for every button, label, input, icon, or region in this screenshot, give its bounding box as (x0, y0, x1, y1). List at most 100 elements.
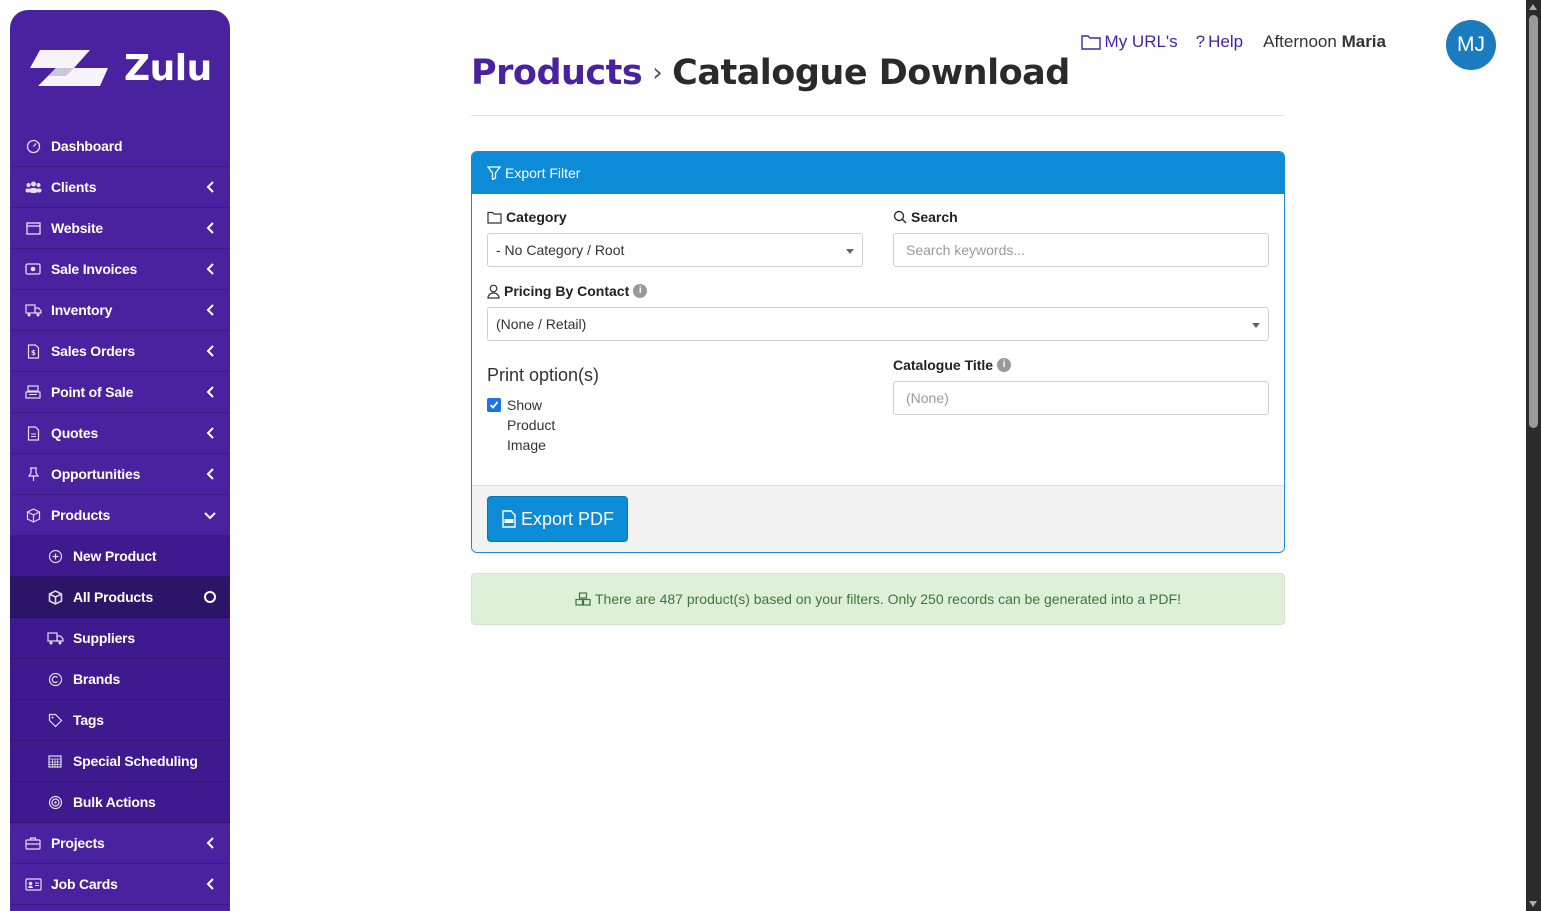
chevron-left-icon[interactable] (204, 304, 216, 316)
sidebar-item-job-cards[interactable]: Job Cards (10, 864, 230, 905)
info-icon[interactable]: i (997, 358, 1012, 372)
user-icon (487, 284, 500, 299)
money-icon (24, 260, 42, 278)
info-icon[interactable]: i (633, 284, 648, 298)
panel-heading: Export Filter (505, 165, 581, 181)
cube-icon (46, 588, 64, 606)
breadcrumb-products[interactable]: Products (471, 53, 643, 93)
sidebar-item-website[interactable]: Website (10, 208, 230, 249)
search-icon (893, 210, 907, 224)
check-icon (489, 401, 499, 409)
sidebar-item-all-products[interactable]: All Products (10, 577, 230, 618)
chevron-left-icon[interactable] (204, 427, 216, 439)
chevron-left-icon[interactable] (204, 181, 216, 193)
invoice-icon: $ (24, 342, 42, 360)
show-image-checkbox[interactable] (487, 398, 501, 412)
chevron-left-icon[interactable] (204, 222, 216, 234)
truck-icon (24, 301, 42, 319)
my-urls-link[interactable]: My URL's (1080, 32, 1178, 52)
pricing-label-text: Pricing By Contact (504, 283, 630, 299)
sidebar-item-special-scheduling[interactable]: Special Scheduling (10, 741, 230, 782)
breadcrumb-separator: › (652, 58, 663, 88)
sidebar-item-bulk-actions[interactable]: Bulk Actions (10, 782, 230, 823)
scroll-up-arrow-icon[interactable] (1529, 4, 1537, 10)
svg-text:$: $ (31, 349, 36, 357)
boxes-icon (575, 592, 591, 606)
sidebar-item-point-of-sale[interactable]: Point of Sale (10, 372, 230, 413)
sidebar-item-label: Suppliers (73, 630, 135, 646)
chevron-left-icon[interactable] (204, 878, 216, 890)
category-select[interactable]: - No Category / Root (487, 233, 863, 267)
category-label-text: Category (506, 209, 567, 225)
sidebar-item-label: Brands (73, 671, 121, 687)
sidebar-item-projects[interactable]: Projects (10, 823, 230, 864)
users-icon (24, 178, 42, 196)
pricing-value: (None / Retail) (496, 316, 587, 332)
chevron-left-icon[interactable] (204, 263, 216, 275)
sidebar-item-tags[interactable]: Tags (10, 700, 230, 741)
sidebar-item-label: Tags (73, 712, 104, 728)
record-limit-alert: There are 487 product(s) based on your f… (471, 573, 1285, 625)
caret-down-icon (846, 249, 854, 254)
sidebar-item-label: Inventory (51, 302, 113, 318)
logo[interactable]: Zulu (10, 10, 230, 126)
sidebar-item-sales-orders[interactable]: $ Sales Orders (10, 331, 230, 372)
pricing-label: Pricing By Contact i (487, 283, 648, 299)
scroll-thumb[interactable] (1529, 15, 1538, 428)
filter-icon (487, 166, 501, 180)
user-first-name: Maria (1341, 32, 1386, 51)
sidebar-item-label: Opportunities (51, 466, 141, 482)
sidebar-item-opportunities[interactable]: Opportunities (10, 454, 230, 495)
panel-footer: Export PDF (472, 485, 1284, 552)
chevron-left-icon[interactable] (204, 386, 216, 398)
chevron-left-icon[interactable] (204, 468, 216, 480)
sidebar-item-label: Job Cards (51, 876, 118, 892)
catalogue-title-input[interactable] (893, 381, 1269, 415)
sidebar-item-label: New Product (73, 548, 157, 564)
caret-down-icon (1252, 323, 1260, 328)
register-icon (24, 383, 42, 401)
pricing-select[interactable]: (None / Retail) (487, 307, 1269, 341)
sidebar-item-suppliers[interactable]: Suppliers (10, 618, 230, 659)
sidebar-item-quotes[interactable]: Quotes (10, 413, 230, 454)
chevron-down-icon[interactable] (204, 509, 216, 521)
sidebar-item-label: Clients (51, 179, 97, 195)
my-urls-label: My URL's (1104, 32, 1178, 51)
sidebar-item-label: Sale Invoices (51, 261, 138, 277)
id-card-icon (24, 875, 42, 893)
sidebar-item-brands[interactable]: Brands (10, 659, 230, 700)
sidebar-item-label: All Products (73, 589, 154, 605)
sidebar: Zulu Dashboard Clients Website Sale Invoice… (10, 10, 230, 911)
sidebar-item-label: Special Scheduling (73, 753, 198, 769)
scrollbar[interactable] (1526, 0, 1541, 911)
box-icon (24, 506, 42, 524)
greeting-text: Afternoon (1263, 32, 1337, 51)
breadcrumb-current: Catalogue Download (672, 53, 1070, 93)
sidebar-item-dashboard[interactable]: Dashboard (10, 126, 230, 167)
sidebar-item-label: Products (51, 507, 111, 523)
sidebar-item-label: Quotes (51, 425, 99, 441)
sidebar-item-new-product[interactable]: New Product (10, 536, 230, 577)
sidebar-item-inventory[interactable]: Inventory (10, 290, 230, 331)
sidebar-item-label: Dashboard (51, 138, 123, 154)
tag-icon (46, 711, 64, 729)
sidebar-item-label: Point of Sale (51, 384, 134, 400)
export-filter-panel: Export Filter Category - No Category / R… (471, 151, 1285, 553)
sidebar-item-label: Bulk Actions (73, 794, 156, 810)
chevron-left-icon[interactable] (204, 837, 216, 849)
sidebar-item-label: Website (51, 220, 104, 236)
sidebar-item-products[interactable]: Products (10, 495, 230, 536)
avatar[interactable]: MJ (1446, 20, 1496, 70)
sidebar-item-clients[interactable]: Clients (10, 167, 230, 208)
scroll-down-arrow-icon[interactable] (1529, 901, 1537, 907)
greeting: Afternoon Maria (1263, 32, 1386, 52)
chevron-left-icon[interactable] (204, 345, 216, 357)
export-pdf-button[interactable]: Export PDF (487, 496, 628, 542)
help-link[interactable]: ? Help (1196, 32, 1243, 52)
sidebar-item-sale-invoices[interactable]: Sale Invoices (10, 249, 230, 290)
show-image-label[interactable]: Show Product Image (507, 395, 567, 455)
folder-icon (487, 211, 502, 224)
calendar-icon (46, 752, 64, 770)
search-input[interactable] (893, 233, 1269, 267)
active-indicator-icon (204, 591, 216, 603)
